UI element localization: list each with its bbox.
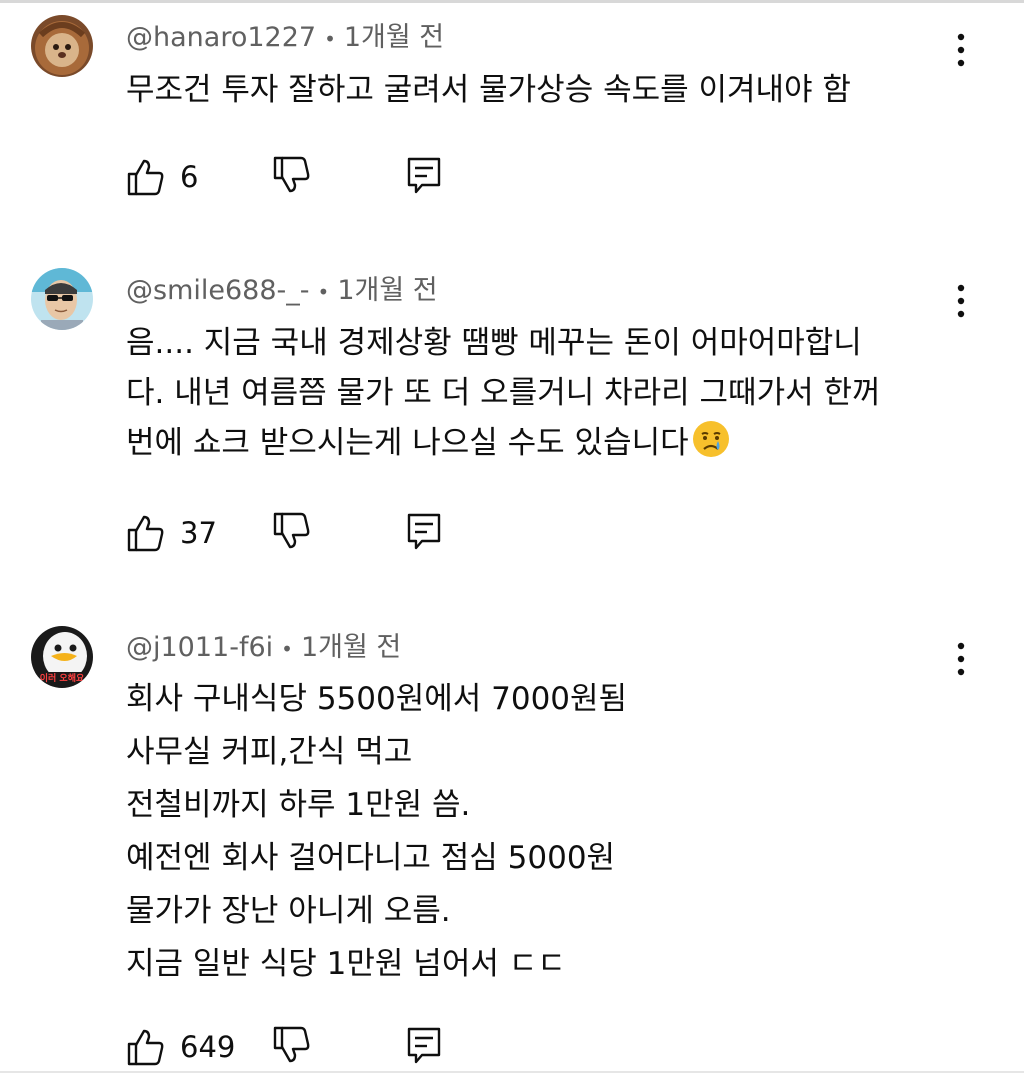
comment-text: 무조건 투자 잘하고 굴려서 물가상승 속도를 이겨내야 함 xyxy=(126,65,851,115)
comment-line: 물가가 장난 아니게 오름. xyxy=(126,893,451,929)
penguin-avatar[interactable]: 이러 오해요 xyxy=(31,626,93,688)
more-vert-icon xyxy=(957,33,965,67)
avatar-caption: 이러 오해요 xyxy=(40,672,85,684)
comment-meta: @j1011-f6i • 1개월 전 xyxy=(126,631,401,666)
comment-line: 예전엔 회사 걸어다니고 점심 5000원 xyxy=(126,840,616,876)
like-button[interactable]: 649 xyxy=(126,1025,235,1069)
comment-line: 사무실 커피,간식 먹고 xyxy=(126,734,413,770)
comment-meta: @hanaro1227 • 1개월 전 xyxy=(126,21,444,56)
crying-face-emoji xyxy=(691,419,731,474)
comment-actions: 6 xyxy=(126,155,466,199)
separator-dot: • xyxy=(281,636,293,661)
dislike-button[interactable] xyxy=(272,155,312,199)
dislike-button[interactable] xyxy=(272,1025,312,1069)
thumbs-down-icon xyxy=(273,512,310,549)
like-button[interactable]: 37 xyxy=(126,511,217,555)
more-vert-icon xyxy=(957,284,965,318)
comment-line: 번에 쇼크 받으시는게 나으실 수도 있습니다 xyxy=(126,418,881,474)
reply-button[interactable] xyxy=(404,511,444,555)
comment-author[interactable]: @hanaro1227 xyxy=(126,22,316,53)
separator-dot: • xyxy=(324,26,336,51)
comment-line: 음.... 지금 국내 경제상황 땜빵 메꾸는 돈이 어마어마합니 xyxy=(126,325,862,361)
thumbs-up-icon xyxy=(127,515,164,552)
like-count: 649 xyxy=(180,1030,236,1064)
thumbs-down-icon xyxy=(273,1026,310,1063)
reply-button[interactable] xyxy=(404,155,444,199)
comment-line: 전철비까지 하루 1만원 씀. xyxy=(126,787,471,823)
comment-line: 지금 일반 식당 1만원 넘어서 ㄷㄷ xyxy=(126,946,566,982)
comment-text: 회사 구내식당 5500원에서 7000원됨 사무실 커피,간식 먹고 전철비까… xyxy=(126,673,627,991)
like-button[interactable]: 6 xyxy=(126,155,198,199)
more-options-button[interactable] xyxy=(944,279,978,323)
dislike-button[interactable] xyxy=(272,511,312,555)
reply-button[interactable] xyxy=(404,1025,444,1069)
sunglasses-man-avatar[interactable] xyxy=(31,268,93,330)
comment-line: 회사 구내식당 5500원에서 7000원됨 xyxy=(126,681,628,717)
reply-icon xyxy=(407,157,441,194)
thumbs-up-icon xyxy=(127,159,164,196)
comment-actions: 37 xyxy=(126,511,466,555)
reply-icon xyxy=(407,513,441,550)
comment-time[interactable]: 1개월 전 xyxy=(301,632,401,663)
comment-meta: @smile688-_- • 1개월 전 xyxy=(126,274,438,309)
reply-icon xyxy=(407,1027,441,1064)
thumbs-down-icon xyxy=(273,156,310,193)
more-options-button[interactable] xyxy=(944,28,978,72)
comment-line: 무조건 투자 잘하고 굴려서 물가상승 속도를 이겨내야 함 xyxy=(126,72,851,108)
comment-line-text: 번에 쇼크 받으시는게 나으실 수도 있습니다 xyxy=(126,425,689,461)
comments-list: @hanaro1227 • 1개월 전 무조건 투자 잘하고 굴려서 물가상승 속도… xyxy=(0,0,1024,1073)
comment-author[interactable]: @j1011-f6i xyxy=(126,632,273,663)
like-count: 6 xyxy=(180,160,199,194)
comment-time[interactable]: 1개월 전 xyxy=(344,22,444,53)
more-vert-icon xyxy=(957,642,965,676)
comment-text: 음.... 지금 국내 경제상황 땜빵 메꾸는 돈이 어마어마합니 다. 내년 … xyxy=(126,318,881,474)
comment-actions: 649 xyxy=(126,1025,466,1069)
lion-cat-avatar[interactable] xyxy=(31,15,93,77)
comment-author[interactable]: @smile688-_- xyxy=(126,275,310,306)
thumbs-up-icon xyxy=(127,1029,164,1066)
separator-dot: • xyxy=(317,279,330,304)
more-options-button[interactable] xyxy=(944,637,978,681)
comment-time[interactable]: 1개월 전 xyxy=(337,275,437,306)
like-count: 37 xyxy=(180,516,217,550)
comment-line: 다. 내년 여름쯤 물가 또 더 오를거니 차라리 그때가서 한꺼 xyxy=(126,375,881,411)
